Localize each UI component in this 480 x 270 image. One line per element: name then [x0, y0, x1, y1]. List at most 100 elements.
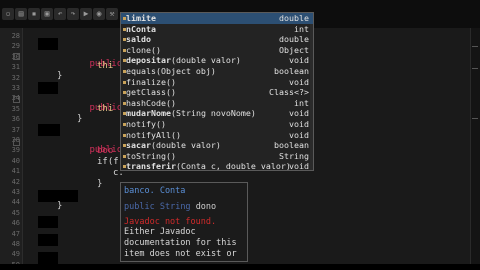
javadoc-warning: Javadoc not found.	[124, 217, 217, 227]
completion-item-type: void	[289, 76, 309, 87]
line-number: 28	[11, 32, 20, 40]
completion-item-name: notifyAll()	[126, 129, 181, 140]
code-completion-popup[interactable]: limite double nConta int saldo double clone() O…	[120, 12, 314, 171]
javadoc-modifier: public	[124, 202, 155, 212]
line-number: 43	[11, 188, 20, 196]
build-icon[interactable]: ⚒	[106, 8, 118, 20]
javadoc-header[interactable]: banco. Conta	[124, 186, 185, 196]
javadoc-field: dono	[195, 202, 217, 212]
completion-item-name: clone()	[126, 44, 161, 55]
completion-item-name: notify()	[126, 119, 166, 129]
completion-item[interactable]: saldo double	[121, 34, 313, 45]
completion-item-type: boolean	[274, 140, 309, 151]
completion-item-name: mudarNome(String novoNome)	[126, 108, 256, 119]
completion-item[interactable]: toString() String	[121, 151, 313, 162]
code-line: boo	[97, 146, 114, 156]
completion-item-name: hashCode()	[126, 97, 176, 108]
save-all-icon[interactable]: ▣	[41, 8, 53, 20]
code-line: }	[57, 201, 63, 211]
completion-item[interactable]: mudarNome(String novoNome) void	[121, 108, 313, 119]
run-icon[interactable]: ▶	[80, 8, 92, 20]
toolbar-icons: ▫ ▤ ▪ ▣ ↶ ↷ ▶ ◉ ⚒	[0, 8, 122, 21]
completion-item-type: int	[294, 97, 309, 108]
error-stripe-mark[interactable]	[472, 118, 478, 119]
error-stripe-mark[interactable]	[472, 46, 478, 47]
error-stripe[interactable]	[470, 28, 480, 264]
code-line: }	[57, 71, 63, 81]
redacted-block	[38, 82, 58, 94]
completion-item[interactable]: limite double	[121, 13, 313, 24]
line-number: 40	[11, 156, 20, 165]
completion-item[interactable]: notifyAll() void	[121, 130, 313, 141]
completion-item-name: limite	[126, 13, 156, 23]
javadoc-body: Either Javadoc documentation for this it…	[124, 227, 237, 259]
completion-item-type: void	[289, 119, 309, 129]
code-line: if(f	[97, 157, 119, 167]
redacted-block	[38, 252, 58, 264]
debug-icon[interactable]: ◉	[93, 8, 105, 20]
completion-item-type: void	[289, 55, 309, 66]
completion-item[interactable]: notify() void	[121, 119, 313, 130]
code-line: }	[77, 114, 83, 124]
redo-icon[interactable]: ↷	[67, 8, 79, 20]
completion-item[interactable]: depositar(double valor) void	[121, 55, 313, 66]
completion-item-type: Object	[279, 44, 309, 55]
completion-item-name: sacar(double valor)	[126, 140, 221, 151]
completion-item[interactable]: transferir(Conta c, double valor) void	[121, 161, 313, 171]
open-icon[interactable]: ▤	[15, 8, 27, 20]
line-number: 45	[11, 208, 20, 217]
completion-item[interactable]: sacar(double valor) boolean	[121, 140, 313, 151]
line-number: 35	[11, 104, 20, 113]
javadoc-type: String	[159, 202, 191, 212]
fold-toggle-icon[interactable]	[13, 53, 20, 60]
line-number: 47	[11, 229, 20, 238]
completion-item[interactable]: nConta int	[121, 24, 313, 35]
completion-item-type: String	[279, 150, 309, 161]
javadoc-signature: public String dono	[124, 202, 216, 212]
completion-item-type: double	[279, 34, 309, 45]
line-number: 36	[11, 115, 20, 124]
completion-item-type: int	[294, 23, 309, 34]
line-number: 48	[11, 240, 20, 248]
completion-item-name: toString()	[126, 150, 176, 161]
undo-icon[interactable]: ↶	[54, 8, 66, 20]
line-number: 49	[11, 250, 20, 259]
save-icon[interactable]: ▪	[28, 8, 40, 20]
code-line: thi	[97, 104, 114, 114]
completion-item-type: void	[289, 129, 309, 140]
completion-item[interactable]: getClass() Class<?>	[121, 87, 313, 98]
line-number: 31	[11, 63, 20, 72]
completion-item-name: depositar(double valor)	[126, 55, 241, 66]
code-line: }	[97, 179, 103, 189]
line-number: 41	[11, 167, 20, 176]
completion-item-name: saldo	[126, 34, 151, 45]
completion-item-type: void	[289, 161, 309, 171]
redacted-block	[38, 216, 58, 228]
line-number: 37	[11, 125, 20, 134]
line-number: 42	[11, 177, 20, 186]
completion-item-type: double	[279, 13, 309, 23]
redacted-block	[38, 38, 58, 50]
line-number: 46	[11, 219, 20, 228]
new-file-icon[interactable]: ▫	[2, 8, 14, 20]
ide-window: ▫ ▤ ▪ ▣ ↶ ↷ ▶ ◉ ⚒ 28 29 30 31 32 33 34 35 36 37 38…	[0, 0, 480, 270]
line-number: 32	[11, 73, 20, 82]
completion-item-name: getClass()	[126, 87, 176, 98]
completion-item[interactable]: hashCode() int	[121, 98, 313, 109]
javadoc-popup: banco. Conta public String dono Javadoc …	[120, 182, 248, 262]
line-number: 44	[11, 198, 20, 207]
completion-item[interactable]: clone() Object	[121, 45, 313, 56]
completion-item-type: Class<?>	[269, 87, 309, 98]
completion-item[interactable]: equals(Object obj) boolean	[121, 66, 313, 77]
completion-item-type: void	[289, 108, 309, 119]
line-number-gutter: 28 29 30 31 32 33 34 35 36 37 38 39 40 41 42 43 44 45 46 47…	[0, 28, 23, 269]
line-number: 29	[11, 42, 20, 51]
error-stripe-mark[interactable]	[472, 68, 478, 69]
completion-item-name: equals(Object obj)	[126, 66, 216, 76]
fold-toggle-icon[interactable]	[13, 96, 20, 103]
line-number: 33	[11, 84, 20, 92]
line-number: 39	[11, 146, 20, 155]
redacted-block	[38, 234, 58, 246]
completion-item[interactable]: finalize() void	[121, 77, 313, 88]
fold-toggle-icon[interactable]	[13, 139, 20, 146]
